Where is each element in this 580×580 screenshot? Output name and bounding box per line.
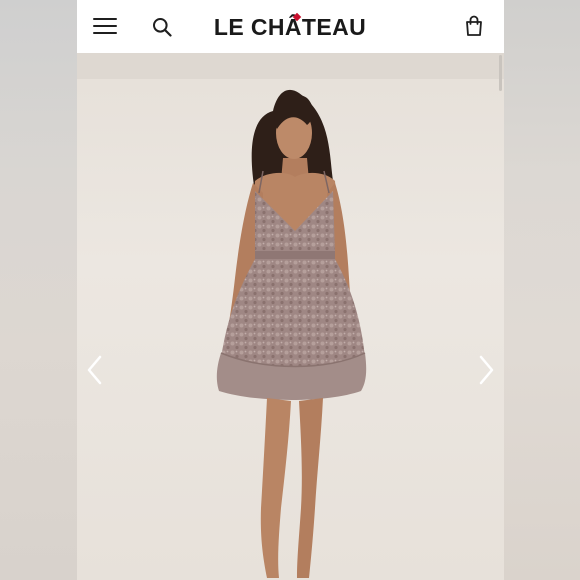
search-icon[interactable] <box>152 17 172 37</box>
brand-logo[interactable]: LE CHÂTEAU <box>208 12 372 42</box>
hamburger-menu-icon[interactable] <box>93 16 119 36</box>
shopping-bag-icon[interactable] <box>464 15 484 37</box>
background-blur-right <box>503 0 580 580</box>
app-screen: LE CHÂTEAU <box>77 0 504 580</box>
product-photo <box>216 89 367 578</box>
background-blur-left <box>0 0 77 580</box>
chevron-right-icon[interactable] <box>474 353 498 387</box>
product-image-carousel[interactable] <box>77 53 504 580</box>
top-navigation-bar: LE CHÂTEAU <box>77 0 504 53</box>
chevron-left-icon[interactable] <box>83 353 107 387</box>
brand-name: LE CHÂTEAU <box>213 14 367 40</box>
